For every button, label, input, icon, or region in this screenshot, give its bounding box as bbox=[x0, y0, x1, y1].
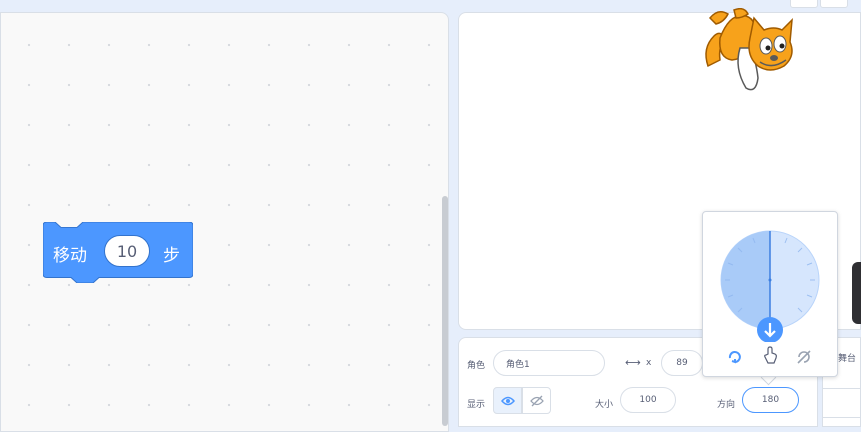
stage-header bbox=[460, 0, 861, 10]
x-label: x bbox=[646, 358, 652, 368]
steps-input[interactable]: 10 bbox=[104, 235, 150, 267]
eye-icon bbox=[500, 396, 515, 405]
all-around-icon[interactable] bbox=[727, 350, 741, 364]
move-steps-block[interactable]: 移动 10 步 bbox=[43, 222, 193, 283]
sprite-name-label: 角色 bbox=[467, 361, 486, 371]
left-right-icon[interactable] bbox=[763, 346, 779, 364]
show-hidden-toggle[interactable] bbox=[522, 387, 551, 414]
stage-thumbnail[interactable] bbox=[822, 388, 861, 418]
size-input[interactable]: 100 bbox=[620, 387, 676, 413]
stage-panel-label: 舞台 bbox=[838, 354, 857, 364]
eye-slash-icon bbox=[529, 395, 544, 406]
small-stage-button[interactable] bbox=[790, 0, 818, 8]
block-label-move: 移动 bbox=[53, 246, 87, 266]
x-arrows-icon: ⟷ bbox=[625, 356, 641, 369]
workspace-scrollbar[interactable] bbox=[442, 196, 448, 426]
fullscreen-button[interactable] bbox=[820, 0, 848, 8]
block-label-steps: 步 bbox=[163, 246, 180, 266]
cat-sprite[interactable] bbox=[700, 8, 796, 94]
direction-input[interactable]: 180 bbox=[742, 387, 799, 413]
x-input[interactable]: 89 bbox=[661, 350, 703, 376]
direction-dial[interactable] bbox=[703, 212, 839, 342]
dont-rotate-icon[interactable] bbox=[797, 350, 813, 364]
size-label: 大小 bbox=[595, 400, 614, 410]
direction-popover bbox=[702, 211, 838, 377]
show-label: 显示 bbox=[467, 400, 486, 410]
side-drawer-handle[interactable] bbox=[852, 262, 861, 324]
show-visible-toggle[interactable] bbox=[493, 387, 522, 414]
direction-label: 方向 bbox=[717, 400, 736, 410]
sprite-name-input[interactable]: 角色1 bbox=[493, 350, 605, 376]
